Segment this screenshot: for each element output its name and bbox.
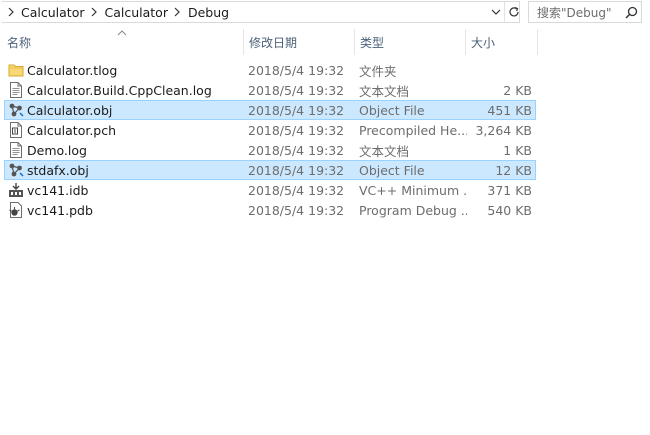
text-file-icon [8, 81, 24, 99]
file-row[interactable]: Calculator.pch 2018/5/4 19:32 Precompiled … [4, 120, 536, 140]
file-size: 1 KB [503, 142, 532, 158]
chevron-right-icon[interactable] [171, 7, 185, 17]
file-date-modified: 2018/5/4 19:32 [248, 142, 345, 158]
file-size: 540 KB [487, 202, 532, 218]
precompiled-header-icon [8, 121, 24, 139]
column-header-type[interactable]: 类型 [354, 29, 465, 55]
file-name: vc141.idb [27, 182, 89, 198]
file-row[interactable]: Calculator.Build.CppClean.log 2018/5/4 19… [4, 80, 536, 100]
file-date-modified: 2018/5/4 19:32 [248, 62, 345, 78]
file-type: 文本文档 [359, 143, 410, 159]
file-date-modified: 2018/5/4 19:32 [248, 162, 345, 178]
object-file-icon [8, 101, 24, 119]
file-type: Object File [359, 102, 425, 118]
breadcrumb-item[interactable]: Debug [185, 5, 232, 20]
file-date-modified: 2018/5/4 19:32 [248, 202, 345, 218]
file-list: Calculator.tlog 2018/5/4 19:32 文件夹 Calculat… [4, 60, 536, 220]
file-size: 371 KB [487, 182, 532, 198]
refresh-icon [508, 6, 520, 18]
chevron-right-icon[interactable] [87, 7, 101, 17]
file-row[interactable]: Calculator.tlog 2018/5/4 19:32 文件夹 [4, 60, 536, 80]
file-date-modified: 2018/5/4 19:32 [248, 122, 345, 138]
breadcrumb-item[interactable]: Calculator [101, 5, 170, 20]
file-size: 12 KB [495, 162, 532, 178]
file-size: 451 KB [487, 102, 532, 118]
chevron-down-icon [491, 9, 501, 16]
file-type: 文本文档 [359, 83, 410, 99]
column-headers: 名称 修改日期 类型 大小 [0, 29, 540, 55]
search-input[interactable]: 搜索"Debug" [537, 4, 621, 21]
file-row[interactable]: stdafx.obj 2018/5/4 19:32 Object File 12 KB [4, 160, 536, 180]
column-header-label: 类型 [360, 35, 385, 50]
breadcrumb[interactable]: Calculator Calculator Debug [2, 1, 520, 23]
file-date-modified: 2018/5/4 19:32 [248, 102, 345, 118]
file-row[interactable]: Demo.log 2018/5/4 19:32 文本文档 1 KB [4, 140, 536, 160]
search-icon[interactable] [621, 2, 641, 22]
column-header-label: 修改日期 [249, 35, 298, 50]
pdb-file-icon [8, 201, 24, 219]
file-name: Calculator.obj [27, 102, 113, 118]
file-type: VC++ Minimum ... [359, 182, 467, 198]
folder-icon [8, 61, 24, 79]
file-row[interactable]: vc141.pdb 2018/5/4 19:32 Program Debug ...… [4, 200, 536, 220]
file-type: Object File [359, 162, 425, 178]
column-header-size[interactable]: 大小 [465, 29, 538, 55]
file-name: Calculator.tlog [27, 62, 118, 78]
breadcrumb-item[interactable]: Calculator [18, 5, 87, 20]
search-box[interactable]: 搜索"Debug" [528, 1, 642, 23]
file-row[interactable]: Calculator.obj 2018/5/4 19:32 Object File 4… [4, 100, 536, 120]
chevron-right-icon[interactable] [4, 7, 18, 17]
file-name: vc141.pdb [27, 202, 93, 218]
file-date-modified: 2018/5/4 19:32 [248, 182, 345, 198]
file-size: 3,264 KB [475, 122, 532, 138]
file-name: Calculator.pch [27, 122, 117, 138]
file-row[interactable]: vc141.idb 2018/5/4 19:32 VC++ Minimum ... 3… [4, 180, 536, 200]
file-type: Program Debug ... [359, 202, 467, 218]
column-header-label: 大小 [471, 35, 496, 50]
idb-file-icon [8, 181, 24, 199]
file-type: 文件夹 [359, 63, 397, 79]
file-name: Calculator.Build.CppClean.log [27, 82, 212, 98]
file-size: 2 KB [503, 82, 532, 98]
object-file-icon [8, 161, 24, 179]
column-header-date[interactable]: 修改日期 [243, 29, 354, 55]
text-file-icon [8, 141, 24, 159]
file-date-modified: 2018/5/4 19:32 [248, 82, 345, 98]
address-history-dropdown[interactable] [489, 4, 503, 20]
file-type: Precompiled He... [359, 122, 467, 138]
file-name: stdafx.obj [27, 162, 89, 178]
column-header-label: 名称 [7, 35, 32, 50]
file-size [470, 61, 532, 79]
sort-ascending-icon [116, 29, 128, 37]
refresh-button[interactable] [504, 2, 522, 22]
address-bar: Calculator Calculator Debug 搜索"Debug" [0, 0, 650, 26]
file-name: Demo.log [27, 142, 87, 158]
